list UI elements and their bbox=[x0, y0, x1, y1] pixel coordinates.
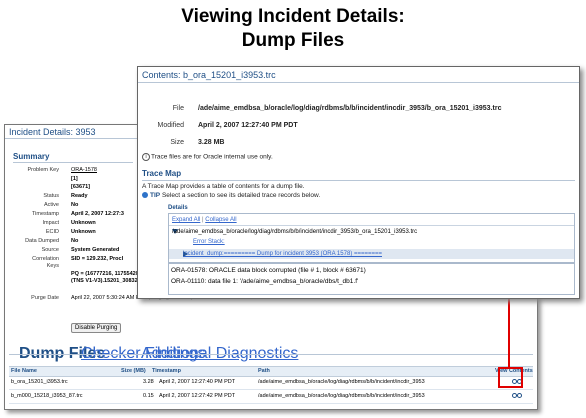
trace-map-divider bbox=[142, 180, 575, 181]
field-value: System Generated bbox=[71, 247, 120, 253]
col-path: Path bbox=[258, 368, 270, 374]
field-label: Source bbox=[41, 247, 59, 253]
tree-controls: Expand All | Collapse All bbox=[172, 217, 237, 223]
field-value: [63671] bbox=[71, 184, 90, 190]
timestamp-cell: April 2, 2007 12:27:40 PM PDT bbox=[159, 379, 236, 385]
field-value: Unknown bbox=[71, 229, 96, 235]
field-value: SID = 129.232, ProcI bbox=[71, 256, 124, 262]
size-cell: 0.15 bbox=[143, 393, 154, 399]
field-label: Impact bbox=[42, 220, 59, 226]
tree-row-file[interactable]: /ade/aime_emdbsa_b/oracle/log/diag/rdbms… bbox=[169, 227, 574, 237]
col-timestamp: Timestamp bbox=[152, 368, 181, 374]
summary-divider bbox=[13, 162, 133, 163]
modified-value: April 2, 2007 12:27:40 PM PDT bbox=[198, 122, 298, 129]
timestamp-cell: April 2, 2007 12:27:42 PM PDT bbox=[159, 393, 236, 399]
field-label: Status bbox=[43, 193, 59, 199]
trace-map-heading: Trace Map bbox=[142, 169, 182, 178]
tip-line: TIP Select a section to see its detailed… bbox=[142, 192, 320, 199]
collapse-all-link[interactable]: Collapse All bbox=[205, 217, 236, 223]
slide-title-line-2: Dump Files bbox=[241, 30, 345, 51]
table-row: b_ora_15201_i3953.trc 3.28 April 2, 2007… bbox=[9, 375, 533, 390]
field-label: ECID bbox=[45, 229, 59, 235]
modified-label: Modified bbox=[157, 122, 184, 129]
tip-icon bbox=[142, 192, 148, 199]
size-cell: 3.28 bbox=[143, 379, 154, 385]
tree-divider bbox=[169, 225, 574, 226]
field-label: Correlation bbox=[32, 256, 59, 262]
details-heading: Details bbox=[168, 205, 188, 211]
field-value: No bbox=[71, 202, 79, 208]
tree-row-incident-dump[interactable]: incident_dump:========= Dump for inciden… bbox=[169, 249, 574, 259]
tree-row-error-stack[interactable]: Error Stack: bbox=[169, 238, 574, 248]
table-row: b_m000_15218_i3953_87.trc 0.15 April 2, … bbox=[9, 389, 533, 404]
error-stack-link[interactable]: Error Stack: bbox=[193, 239, 225, 245]
path-cell: /ade/aime_emdbsa_b/oracle/log/diag/rdbms… bbox=[258, 393, 425, 399]
expand-all-link[interactable]: Expand All bbox=[172, 217, 200, 223]
trace-map-description: A Trace Map provides a table of contents… bbox=[142, 183, 305, 190]
field-label: Purge Date bbox=[31, 295, 59, 301]
tab-divider bbox=[9, 354, 533, 355]
slide-title-line-1: Viewing Incident Details: bbox=[181, 6, 405, 27]
field-value: [1] bbox=[71, 176, 78, 182]
info-icon: i bbox=[142, 153, 150, 161]
contents-title: Contents: b_ora_15201_i3953.trc bbox=[142, 70, 276, 80]
field-label: Keys bbox=[46, 263, 59, 269]
field-label: Timestamp bbox=[32, 211, 59, 217]
field-label: Data Dumped bbox=[25, 238, 59, 244]
trace-map-tree: Expand All | Collapse All /ade/aime_emdb… bbox=[168, 213, 575, 263]
tree-file-label: /ade/aime_emdbsa_b/oracle/log/diag/rdbms… bbox=[172, 229, 418, 235]
size-value: 3.28 MB bbox=[198, 139, 225, 146]
field-value: No bbox=[71, 238, 79, 244]
incident-dump-link[interactable]: incident_dump:========= Dump for inciden… bbox=[183, 251, 382, 257]
summary-heading: Summary bbox=[13, 152, 50, 161]
field-label: Active bbox=[44, 202, 59, 208]
error-line: ORA-01110: data file 1: '/ade/aime_emdbs… bbox=[171, 278, 359, 285]
problem-key-link[interactable]: ORA-1578 bbox=[71, 167, 97, 174]
disable-purging-button[interactable]: Disable Purging bbox=[71, 323, 122, 333]
error-line: ORA-01578: ORACLE data block corrupted (… bbox=[171, 267, 366, 274]
field-label: Problem Key bbox=[27, 167, 60, 173]
field-value: Unknown bbox=[71, 220, 96, 226]
incident-title: Incident Details: 3953 bbox=[9, 127, 96, 137]
file-name-cell: b_ora_15201_i3953.trc bbox=[11, 379, 68, 385]
file-name-cell: b_m000_15218_i3953_87.trc bbox=[11, 393, 83, 399]
trace-contents-window: Contents: b_ora_15201_i3953.trc File /ad… bbox=[137, 66, 580, 299]
trace-records-panel: ORA-01578: ORACLE data block corrupted (… bbox=[168, 263, 575, 295]
glasses-icon[interactable] bbox=[512, 393, 522, 398]
note-text: Trace files are for Oracle internal use … bbox=[151, 153, 273, 161]
tip-text: Select a section to see its detailed tra… bbox=[161, 192, 321, 199]
tip-label: TIP bbox=[150, 192, 161, 199]
path-cell: /ade/aime_emdbsa_b/oracle/log/diag/rdbms… bbox=[258, 379, 425, 385]
size-label: Size bbox=[170, 139, 184, 146]
field-value: April 2, 2007 12:27:3 bbox=[71, 211, 124, 217]
col-file-name: File Name bbox=[11, 368, 37, 374]
title-divider bbox=[138, 82, 579, 83]
field-value: Ready bbox=[71, 193, 88, 199]
col-size: Size (MB) bbox=[121, 368, 146, 374]
view-contents-highlight bbox=[498, 367, 523, 388]
file-label: File bbox=[172, 105, 184, 112]
internal-use-note: i Trace files are for Oracle internal use… bbox=[142, 153, 273, 161]
file-value: /ade/aime_emdbsa_b/oracle/log/diag/rdbms… bbox=[198, 105, 502, 112]
